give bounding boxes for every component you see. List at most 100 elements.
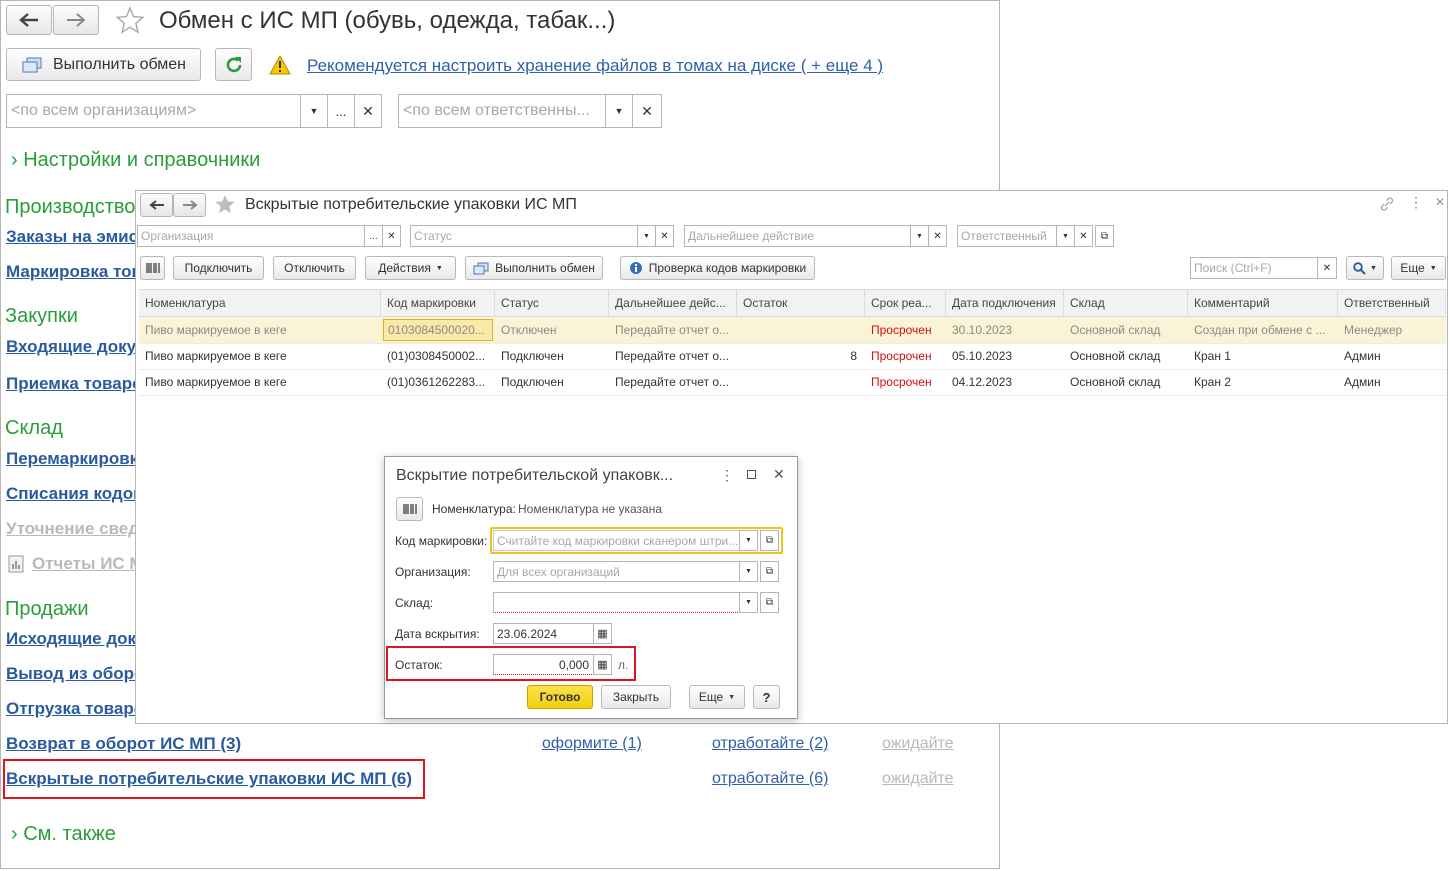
favorite-star-icon[interactable] [214,194,236,215]
exchange-icon [22,57,42,72]
opened-process-link[interactable]: отработайте (6) [712,770,828,788]
return-wait-link[interactable]: ожидайте [882,735,954,753]
mid-resp-dropdown[interactable]: ▼ [1056,225,1075,247]
resp-clear-button[interactable]: ✕ [632,94,662,128]
mid-status-dropdown[interactable]: ▼ [637,225,656,247]
mid-next-filter[interactable]: Дальнейшее действие [684,225,911,247]
column-header[interactable]: Срок реа... [865,290,946,316]
link-shipment[interactable]: Отгрузка товаров [6,699,155,719]
mid-forward-button[interactable] [173,193,206,217]
ok-button[interactable]: Готово [527,685,593,709]
mid-title: Вскрытые потребительские упаковки ИС МП [245,196,577,213]
search-clear-button[interactable]: ✕ [1317,257,1337,279]
resp-filter-input[interactable]: <по всем ответственны... [398,94,606,128]
code-label: Код маркировки: [395,534,488,548]
dialog-barcode-button[interactable] [396,497,423,521]
date-input[interactable]: 23.06.2024 [493,623,594,644]
rest-highlight-frame [386,646,636,681]
report-icon [8,555,24,573]
code-open-button[interactable]: ⧉ [760,530,779,551]
link-acceptance[interactable]: Приемка товаров [6,374,153,394]
mid-resp-clear[interactable]: ✕ [1074,225,1093,247]
back-button[interactable] [6,5,52,35]
mid-resp-filter[interactable]: Ответственный [957,225,1057,247]
org-clear-button[interactable]: ✕ [354,94,382,128]
return-create-link[interactable]: оформите (1) [542,735,642,753]
store-input[interactable] [493,592,740,613]
mid-resp-open[interactable]: ⧉ [1095,225,1114,247]
close-icon: ✕ [933,230,942,242]
more-vert-icon[interactable]: ⋮ [720,467,734,484]
barcode-icon [145,263,160,273]
column-header[interactable]: Дальнейшее дейс... [609,290,737,316]
exchange-icon [473,262,489,274]
code-dropdown[interactable]: ▼ [739,530,758,551]
cell-date: 30.10.2023 [952,323,1013,337]
favorite-star-icon[interactable] [115,6,145,34]
exchange-button[interactable]: Выполнить обмен [6,48,201,81]
dialog-more-label: Еще [698,690,724,704]
link-remarking[interactable]: Перемаркировка [6,449,148,469]
column-header[interactable]: Остаток [737,290,865,316]
nom-label: Номенклатура: [432,502,516,516]
more-vert-icon[interactable]: ⋮ [1409,194,1423,211]
see-also-group[interactable]: › См. также [11,823,116,846]
column-header[interactable]: Комментарий [1188,290,1338,316]
org-select-button[interactable]: ... [327,94,355,128]
opened-wait-link[interactable]: ожидайте [882,770,954,788]
link-icon[interactable] [1379,196,1395,212]
chevron-down-icon: ▼ [1062,232,1069,240]
disconnect-button[interactable]: Отключить [273,256,356,280]
help-button[interactable]: ? [753,685,780,709]
search-input[interactable]: Поиск (Ctrl+F) [1190,257,1318,279]
search-icon [1353,261,1366,275]
org-filter-input[interactable]: <по всем организациям> [6,94,301,128]
column-header[interactable]: Статус [495,290,609,316]
warning-link[interactable]: Рекомендуется настроить хранение файлов … [307,56,883,76]
column-header[interactable]: Ответственный [1338,290,1446,316]
forward-button[interactable] [53,5,99,35]
column-header[interactable]: Склад [1064,290,1188,316]
mid-status-clear[interactable]: ✕ [655,225,674,247]
dialog-close-button[interactable]: Закрыть [601,685,671,709]
org-dropdown[interactable]: ▼ [739,561,758,582]
column-header[interactable]: Код маркировки [381,290,495,316]
barcode-button[interactable] [140,256,165,280]
mid-org-clear-button[interactable]: ✕ [382,225,401,247]
mid-org-filter[interactable]: Организация [137,225,365,247]
close-icon[interactable]: ✕ [1435,195,1445,209]
org-dropdown-button[interactable]: ▼ [300,94,328,128]
mid-next-dropdown[interactable]: ▼ [910,225,929,247]
column-header[interactable]: Номенклатура [139,290,381,316]
more-button[interactable]: Еще ▼ [1391,256,1446,280]
cell-date: 05.10.2023 [952,349,1013,363]
cell-date: 04.12.2023 [952,375,1013,389]
settings-group[interactable]: › Настройки и справочники [11,149,260,172]
store-dropdown[interactable]: ▼ [739,592,758,613]
return-process-link[interactable]: отработайте (2) [712,735,828,753]
mid-back-button[interactable] [140,193,173,217]
close-icon[interactable]: ✕ [773,466,785,483]
mid-org-select-button[interactable]: ... [364,225,383,247]
mid-exchange-button[interactable]: Выполнить обмен [465,256,603,280]
calendar-button[interactable]: ▦ [593,623,612,644]
resp-dropdown-button[interactable]: ▼ [605,94,633,128]
maximize-icon[interactable] [747,470,756,479]
check-codes-button[interactable]: Проверка кодов маркировки [620,256,815,280]
dialog-org-input[interactable]: Для всех организаций [493,561,740,582]
link-writeoff[interactable]: Списания кодов [6,484,144,504]
org-open-button[interactable]: ⧉ [760,561,779,582]
org-label: Организация: [395,565,471,579]
refresh-button[interactable] [215,48,252,81]
code-input[interactable]: Считайте код маркировки сканером штри... [493,530,740,551]
dialog-more-button[interactable]: Еще ▼ [689,685,745,709]
search-button[interactable]: ▼ [1346,256,1384,280]
connect-button[interactable]: Подключить [173,256,264,280]
cell-next: Передайте отчет о... [615,323,730,337]
mid-status-filter[interactable]: Статус [410,225,638,247]
mid-next-clear[interactable]: ✕ [928,225,947,247]
link-return[interactable]: Возврат в оборот ИС МП (3) [6,734,241,754]
store-open-button[interactable]: ⧉ [760,592,779,613]
actions-button[interactable]: Действия ▼ [365,256,456,280]
column-header[interactable]: Дата подключения [946,290,1064,316]
